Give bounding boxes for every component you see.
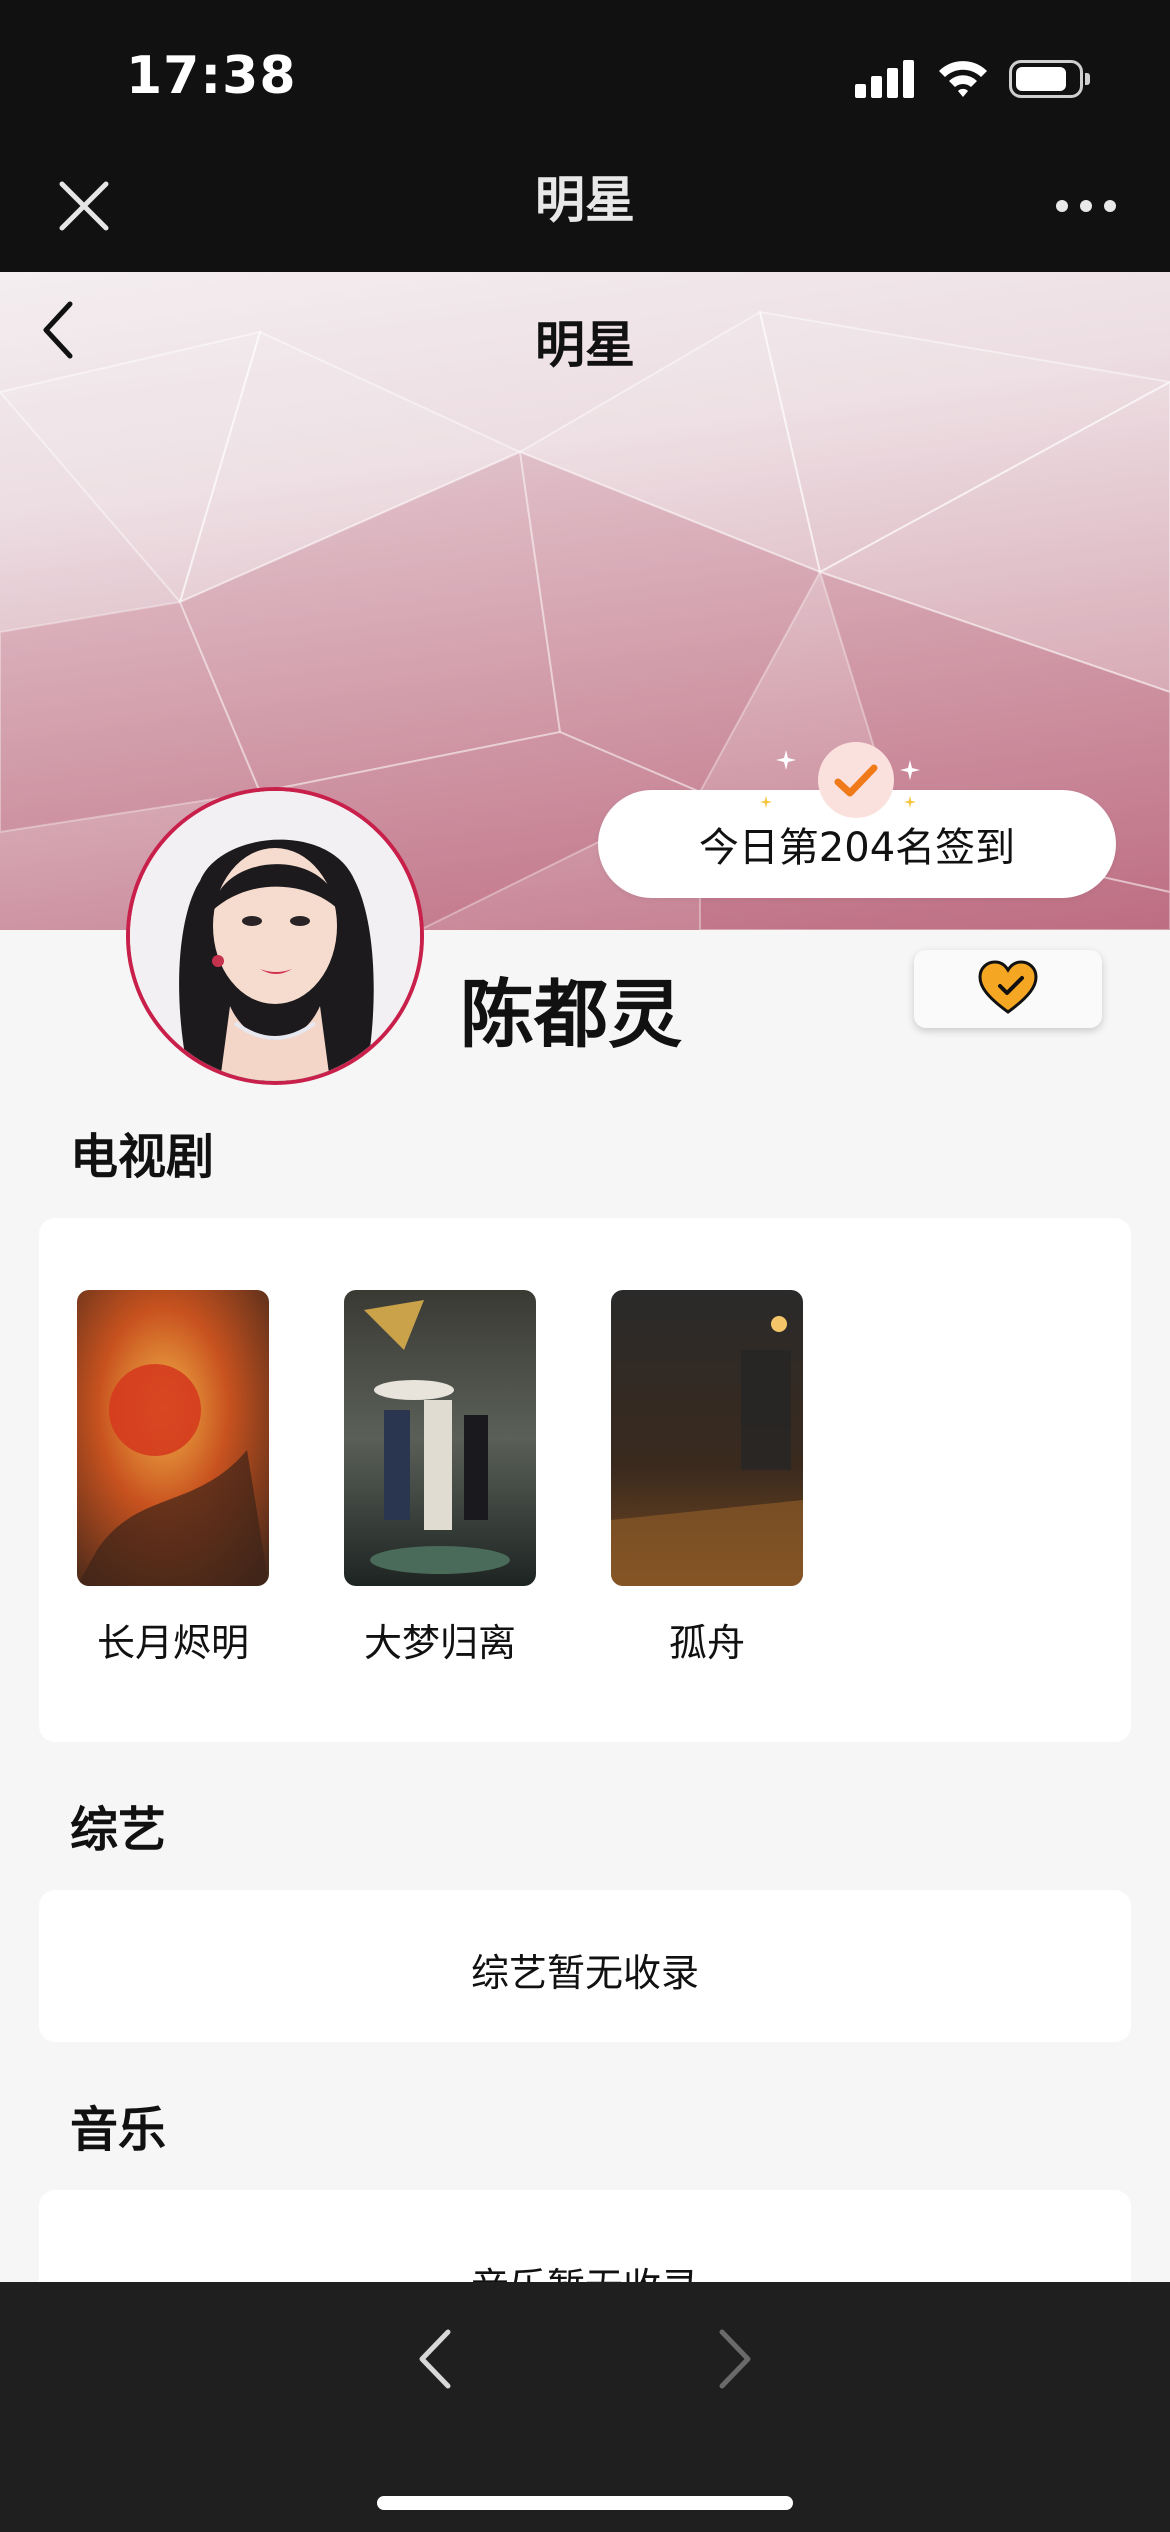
poster-image <box>344 1290 536 1586</box>
status-time: 17:38 <box>126 46 297 106</box>
tv-card: 长月烬明 大梦归离 孤舟 <box>39 1218 1131 1742</box>
sparkle-icon <box>904 796 916 808</box>
sparkle-icon <box>776 750 796 770</box>
follow-button[interactable] <box>914 950 1102 1028</box>
avatar[interactable] <box>126 787 424 1085</box>
checkin-text: 今日第204名签到 <box>698 825 1016 871</box>
section-title-music: 音乐 <box>70 2102 167 2158</box>
drama-title: 大梦归离 <box>363 1621 516 1665</box>
home-indicator[interactable] <box>377 2496 793 2510</box>
drama-title: 孤舟 <box>668 1621 745 1665</box>
poster-image <box>611 1290 803 1586</box>
nav-back-icon[interactable] <box>410 2324 460 2394</box>
variety-card: 综艺暂无收录 <box>39 1890 1131 2042</box>
heart-check-icon <box>978 960 1038 1014</box>
drama-item[interactable]: 大梦归离 <box>344 1290 536 1665</box>
section-title-variety: 综艺 <box>70 1802 167 1858</box>
cellular-signal-icon <box>855 58 915 98</box>
sparkle-icon <box>760 796 772 808</box>
drama-item[interactable]: 孤舟 <box>611 1290 803 1665</box>
wifi-icon <box>939 61 987 97</box>
variety-empty-text: 综艺暂无收录 <box>470 1951 699 1995</box>
section-title-tv: 电视剧 <box>70 1129 215 1185</box>
nav-forward-icon[interactable] <box>710 2324 760 2394</box>
star-name: 陈都灵 <box>460 972 682 1058</box>
drama-title: 长月烬明 <box>96 1621 249 1665</box>
poster-image <box>77 1290 269 1586</box>
drama-item[interactable]: 长月烬明 <box>77 1290 269 1665</box>
more-icon[interactable] <box>1056 196 1116 216</box>
top-bar: 17:38 明星 <box>0 0 1170 272</box>
battery-icon <box>1009 60 1090 98</box>
page-title: 明星 <box>535 316 635 374</box>
sparkle-icon <box>900 760 920 780</box>
wechat-header-title: 明星 <box>535 171 635 229</box>
checkmark-icon <box>818 742 894 818</box>
bottom-nav-bar <box>0 2282 1170 2532</box>
